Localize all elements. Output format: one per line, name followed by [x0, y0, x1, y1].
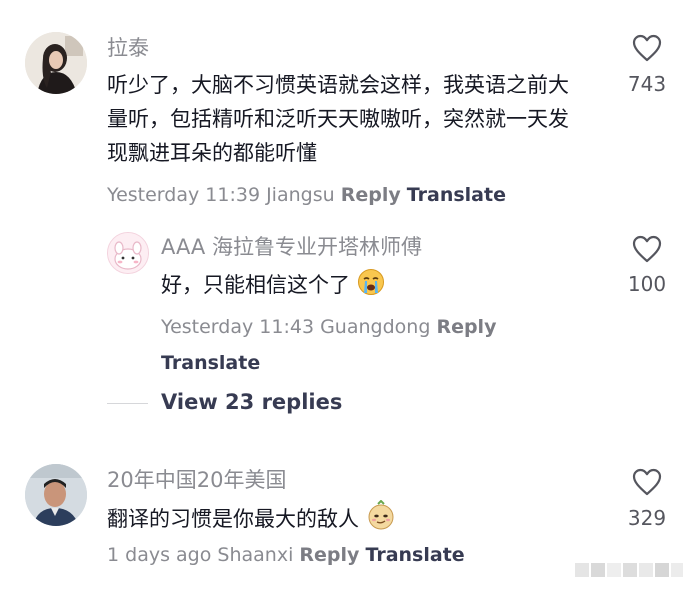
reply-meta: Yesterday 11:43 Guangdong Reply Translat…: [161, 309, 601, 381]
reply-button[interactable]: Reply: [341, 184, 401, 206]
crying-emoji-icon: [357, 269, 384, 295]
view-replies-divider: [107, 403, 148, 404]
comment-meta: 1 days ago Shaanxi Reply Translate: [107, 542, 465, 568]
heart-outline-icon: [632, 34, 662, 62]
watermark-mosaic: [575, 563, 683, 577]
reply-button[interactable]: Reply: [299, 544, 359, 566]
reply-like-count: 100: [627, 272, 667, 296]
avatar-man-photo-icon: [25, 464, 87, 526]
commenter-avatar[interactable]: [25, 464, 87, 526]
like-count: 743: [627, 72, 667, 96]
reply-like-button[interactable]: [632, 235, 662, 267]
smirk-emoji-icon: [368, 500, 394, 530]
heart-outline-icon: [632, 468, 662, 496]
reply-reply-button[interactable]: Reply: [436, 316, 496, 338]
comment-time: Yesterday 11:39: [107, 184, 261, 206]
comment-text: 翻译的习惯是你最大的敌人: [107, 507, 359, 531]
view-replies-button[interactable]: View 23 replies: [161, 390, 342, 414]
reply-time: Yesterday 11:43: [161, 316, 315, 338]
comment-location: Jiangsu: [266, 184, 335, 206]
translate-button[interactable]: Translate: [365, 544, 464, 566]
heart-outline-icon: [632, 235, 662, 263]
commenter-avatar[interactable]: [25, 32, 87, 94]
comment-username[interactable]: 20年中国20年美国: [107, 467, 286, 493]
comment-location: Shaanxi: [217, 544, 294, 566]
like-button[interactable]: [632, 468, 662, 500]
translate-button[interactable]: Translate: [407, 184, 506, 206]
comment-time: 1 days ago: [107, 544, 212, 566]
avatar-girl-photo-icon: [25, 32, 87, 94]
reply-translate-button[interactable]: Translate: [161, 352, 260, 374]
comment-text: 听少了，大脑不习惯英语就会这样，我英语之前大量听，包括精听和泛听天天嗷嗷听，突然…: [107, 73, 569, 165]
reply-avatar[interactable]: [107, 232, 149, 274]
comment-username[interactable]: 拉泰: [107, 35, 149, 61]
reply-text: 好，只能相信这个了: [161, 273, 350, 297]
avatar-pink-cartoon-icon: [108, 233, 148, 273]
comment-text-row: 翻译的习惯是你最大的敌人: [107, 500, 396, 536]
reply-text-row: 好，只能相信这个了: [161, 268, 385, 302]
comment-meta: Yesterday 11:39 Jiangsu Reply Translate: [107, 182, 506, 208]
reply-username[interactable]: AAA 海拉鲁专业开塔林师傅: [161, 234, 422, 260]
reply-location: Guangdong: [320, 316, 431, 338]
like-count: 329: [627, 506, 667, 530]
like-button[interactable]: [632, 34, 662, 66]
